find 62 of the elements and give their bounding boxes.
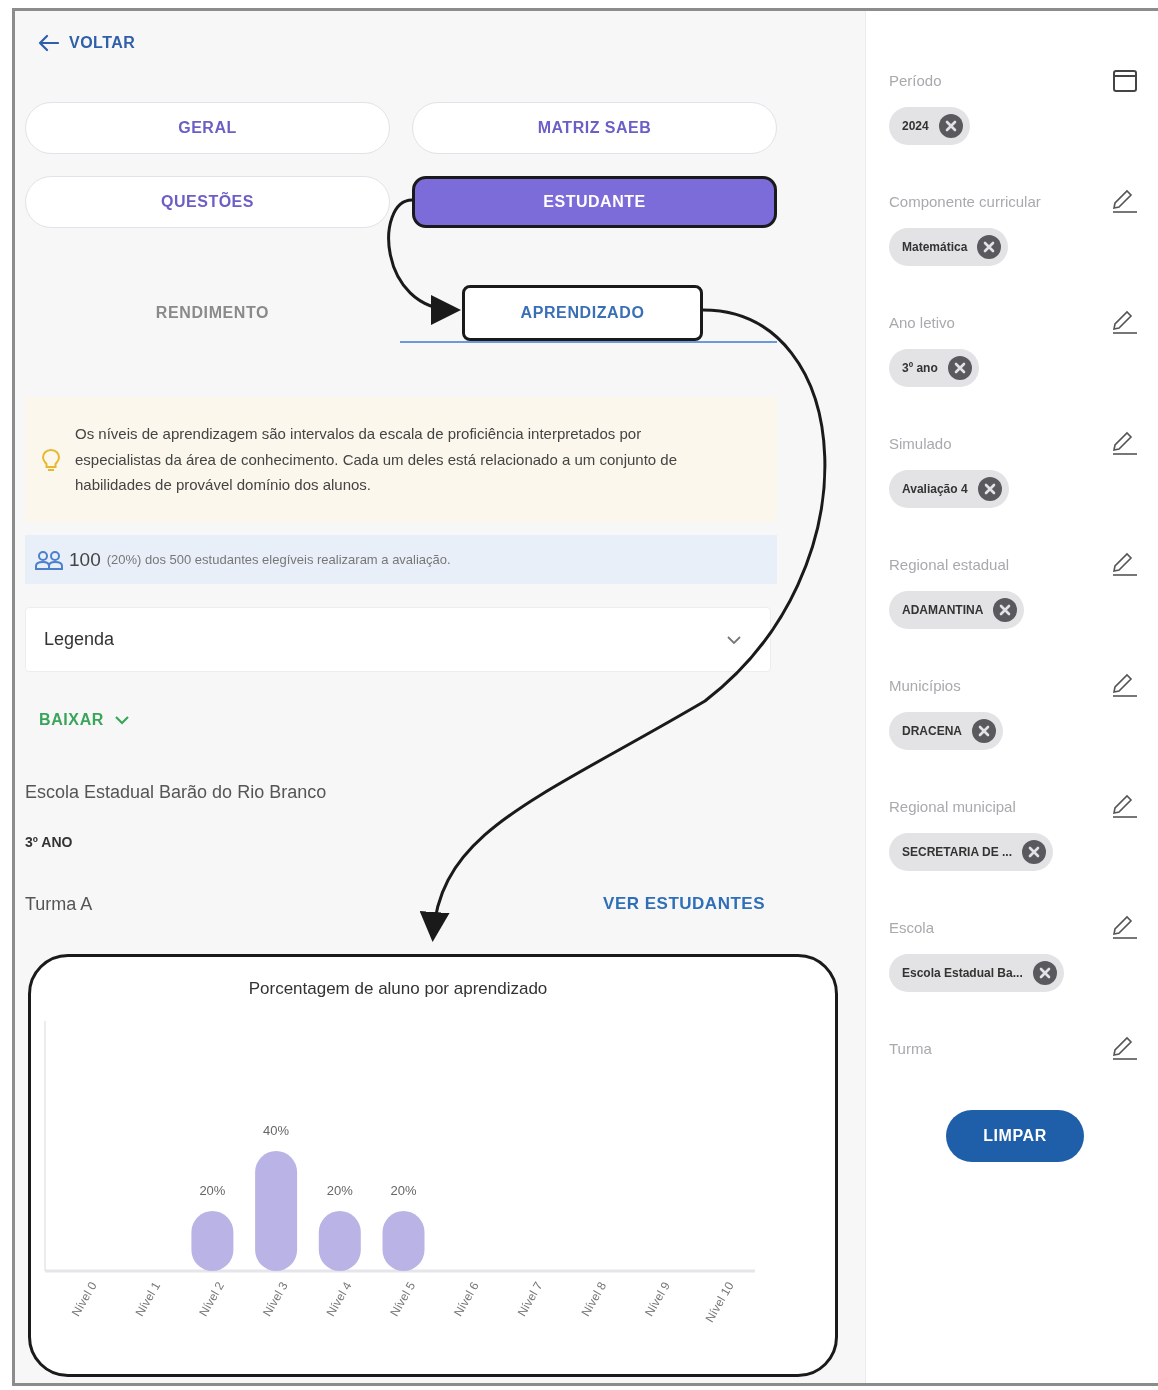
student-count: 100 — [69, 548, 101, 571]
close-icon[interactable] — [938, 114, 963, 138]
filter-chip[interactable]: DRACENA — [889, 712, 1003, 750]
class-name: Turma A — [25, 893, 93, 915]
value-label: 20% — [326, 1183, 353, 1198]
legend-dropdown[interactable]: Legenda — [25, 607, 771, 672]
value-label: 20% — [199, 1183, 226, 1198]
close-icon[interactable] — [993, 598, 1018, 622]
pencil-icon[interactable] — [1110, 1035, 1138, 1061]
tab[interactable]: ESTUDANTE — [412, 176, 777, 228]
pencil-icon[interactable] — [1110, 551, 1138, 577]
value-label: 40% — [263, 1123, 290, 1138]
pencil-icon[interactable] — [1110, 309, 1138, 335]
pencil-icon[interactable] — [1110, 430, 1138, 456]
filter-label: Regional estadual — [889, 555, 1010, 573]
participation-text: (20%) dos 500 estudantes elegíveis realizaram a avaliação. — [106, 552, 451, 567]
pencil-icon[interactable] — [1110, 188, 1138, 214]
pencil-icon[interactable] — [1110, 914, 1138, 940]
pencil-icon[interactable] — [1110, 672, 1138, 698]
filter-chip[interactable]: 2024 — [889, 107, 970, 145]
tab[interactable]: MATRIZ SAEB — [412, 102, 777, 154]
filter-label: Simulado — [889, 434, 952, 452]
chart-title: Porcentagem de aluno por aprendizado — [247, 978, 549, 1000]
filter-label: Turma — [889, 1039, 932, 1057]
filter-label: Escola — [889, 918, 935, 936]
bar — [382, 1211, 425, 1271]
bar — [318, 1211, 361, 1271]
filter-label: Regional municipal — [889, 797, 1016, 815]
tab[interactable]: APRENDIZADO — [462, 285, 703, 341]
clear-button[interactable]: LIMPAR — [946, 1110, 1084, 1162]
filter-chip[interactable]: Escola Estadual Ba... — [889, 954, 1064, 992]
back-arrow-icon — [37, 33, 59, 53]
close-icon[interactable] — [972, 719, 996, 743]
filter-chip[interactable]: Matemática — [889, 228, 1009, 266]
lightbulb-icon — [41, 447, 61, 472]
school-name: Escola Estadual Barão do Rio Branco — [25, 781, 328, 804]
bar — [191, 1211, 234, 1271]
filter-chip[interactable]: SECRETARIA DE ... — [889, 833, 1053, 871]
pencil-icon[interactable] — [1110, 793, 1138, 819]
close-icon[interactable] — [977, 235, 1002, 259]
calendar-icon[interactable] — [1112, 67, 1138, 93]
filter-chip[interactable]: 3º ano — [889, 349, 979, 387]
filter-label: Período — [889, 71, 942, 89]
back-link[interactable]: VOLTAR — [37, 33, 136, 53]
chevron-down-icon — [726, 634, 742, 645]
people-icon — [35, 549, 63, 570]
view-students-link[interactable]: VER ESTUDANTES — [603, 894, 765, 914]
close-icon[interactable] — [947, 356, 972, 380]
filter-label: Componente curricular — [889, 192, 1041, 210]
close-icon[interactable] — [1022, 840, 1046, 864]
grade-label: 3º ANO — [25, 833, 74, 852]
close-icon[interactable] — [1032, 961, 1057, 985]
value-label: 20% — [390, 1183, 417, 1198]
chevron-down-icon — [113, 715, 130, 725]
filter-chip[interactable]: Avaliação 4 — [889, 470, 1009, 508]
tab[interactable]: QUESTÕES — [25, 176, 390, 228]
info-text: Os níveis de aprendizagem são intervalos da escala de proficiência interpretados por especialistas da área de conhecimento. Cada um deles está relacionado a um conjunto de habilidades de provável domínio dos alunos. — [75, 424, 679, 496]
filter-chip[interactable]: ADAMANTINA — [889, 591, 1025, 629]
filter-label: Ano letivo — [889, 313, 955, 331]
tab[interactable]: GERAL — [25, 102, 390, 154]
close-icon[interactable] — [977, 477, 1002, 501]
filter-label: Municípios — [889, 676, 961, 694]
